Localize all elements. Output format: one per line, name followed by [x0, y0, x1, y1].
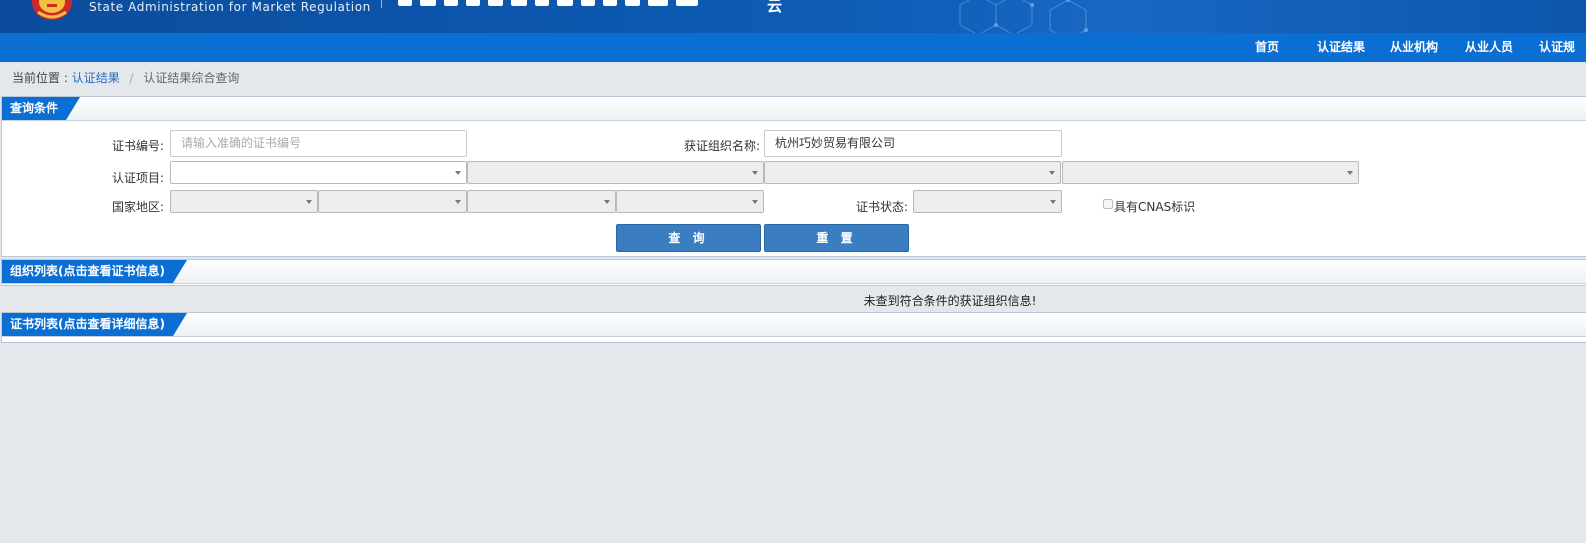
org-list-header: 组织列表(点击查看证书信息) [2, 260, 1586, 284]
cert-no-label: 证书编号: [112, 139, 165, 153]
region-select-3[interactable] [467, 190, 616, 213]
nav-institutions[interactable]: 从业机构 [1390, 33, 1438, 62]
query-panel: 查询条件 证书编号: 请输入准确的证书编号 获证组织名称: 杭州巧妙贸易有限公司… [1, 96, 1586, 257]
chevron-down-icon [1050, 200, 1056, 204]
org-list-panel: 组织列表(点击查看证书信息) [1, 259, 1586, 286]
chevron-down-icon [1347, 171, 1353, 175]
platform-title-suffix: 云 [767, 0, 783, 15]
region-select-2[interactable] [318, 190, 467, 213]
breadcrumb: 当前位置 : 认证结果 / 认证结果综合查询 [12, 69, 239, 86]
chevron-down-icon [306, 200, 312, 204]
query-panel-title: 查询条件 [2, 97, 80, 120]
breadcrumb-prefix: 当前位置 : [12, 71, 68, 85]
breadcrumb-current: 认证结果综合查询 [143, 71, 240, 85]
hexagon-decoration-icon [959, 0, 1088, 33]
header-banner: State Administration for Market Regulati… [0, 0, 1586, 33]
cert-item-select-2[interactable] [467, 161, 764, 184]
chevron-down-icon [455, 200, 461, 204]
cert-item-select-3[interactable] [764, 161, 1061, 184]
cert-item-select-4[interactable] [1062, 161, 1359, 184]
org-name-input[interactable]: 杭州巧妙贸易有限公司 [764, 130, 1062, 157]
chevron-down-icon [752, 200, 758, 204]
query-panel-header: 查询条件 [2, 97, 1586, 121]
org-english-name: State Administration for Market Regulati… [89, 0, 371, 14]
org-name-label: 获证组织名称: [684, 139, 761, 153]
chevron-down-icon [604, 200, 610, 204]
cert-list-title: 证书列表(点击查看详细信息) [2, 313, 187, 336]
status-select[interactable] [913, 190, 1062, 213]
breadcrumb-separator: / [129, 71, 134, 85]
region-select-4[interactable] [616, 190, 764, 213]
org-list-empty-message: 未查到符合条件的获证组织信息! [863, 294, 1037, 308]
chevron-down-icon [752, 171, 758, 175]
nav-home[interactable]: 首页 [1255, 33, 1279, 62]
nav-practitioners[interactable]: 从业人员 [1465, 33, 1513, 62]
national-emblem-icon [32, 0, 72, 20]
org-list-title: 组织列表(点击查看证书信息) [2, 260, 187, 283]
region-select-1[interactable] [170, 190, 318, 213]
reset-button[interactable]: 重 置 [764, 224, 909, 252]
platform-title [398, 0, 698, 6]
cert-list-header: 证书列表(点击查看详细信息) [2, 313, 1586, 337]
nav-cert-rules[interactable]: 认证规 [1539, 33, 1575, 62]
breadcrumb-link[interactable]: 认证结果 [72, 71, 120, 85]
status-label: 证书状态: [856, 200, 909, 214]
cert-item-select-1[interactable] [170, 161, 467, 184]
chevron-down-icon [455, 171, 461, 175]
cert-list-panel: 证书列表(点击查看详细信息) [1, 312, 1586, 343]
nav-cert-results[interactable]: 认证结果 [1317, 33, 1365, 62]
search-button[interactable]: 查 询 [616, 224, 761, 252]
chevron-down-icon [1049, 171, 1055, 175]
region-label: 国家地区: [112, 200, 165, 214]
cert-no-input[interactable]: 请输入准确的证书编号 [170, 130, 467, 157]
cnas-label: 具有CNAS标识 [1114, 200, 1196, 214]
cnas-checkbox[interactable] [1103, 199, 1113, 209]
cert-item-label: 认证项目: [112, 171, 165, 185]
main-nav: 首页 认证结果 从业机构 从业人员 认证规 [0, 33, 1586, 62]
header-divider [381, 0, 382, 8]
